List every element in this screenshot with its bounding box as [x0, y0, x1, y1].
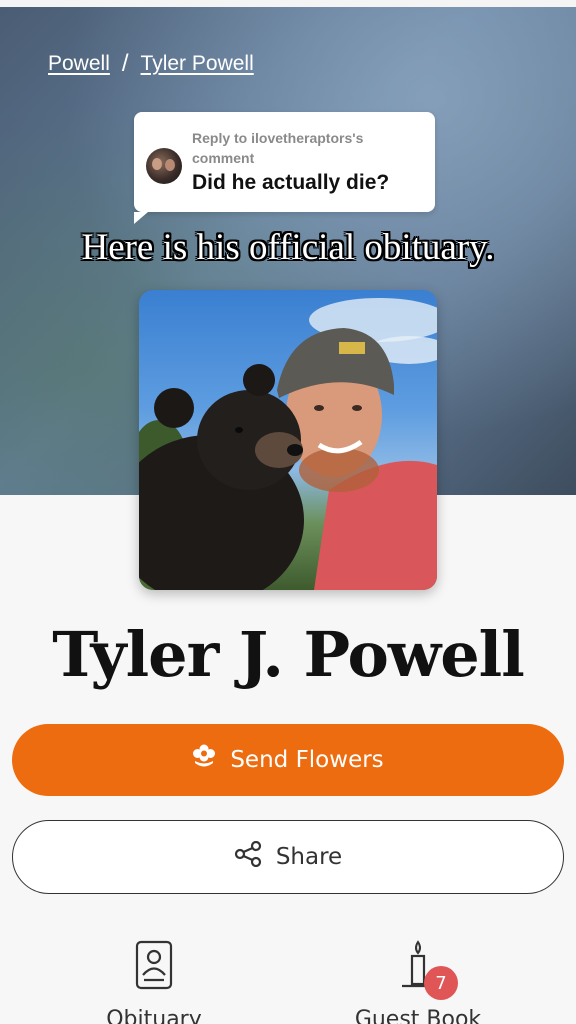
obituary-icon: [135, 940, 173, 994]
send-flowers-label: Send Flowers: [230, 747, 384, 773]
breadcrumb-separator: /: [121, 50, 129, 77]
commenter-avatar: [146, 148, 182, 184]
reply-comment-card: Reply to ilovetheraptors's comment Did h…: [134, 112, 435, 224]
reply-text: Did he actually die?: [192, 171, 390, 194]
profile-photo-illustration: [139, 298, 437, 590]
video-caption: Here is his official obituary.: [81, 227, 495, 268]
person-name: Tyler J. Powell: [52, 618, 525, 691]
flower-icon: [192, 744, 216, 776]
reply-meta: Reply to ilovetheraptors's comment: [192, 130, 364, 166]
share-button[interactable]: Share: [12, 820, 564, 894]
top-bar: [0, 0, 576, 7]
guest-book-count-badge: 7: [424, 966, 458, 1000]
share-label: Share: [275, 844, 343, 870]
tab-guest-book[interactable]: 7 Guest Book: [340, 940, 496, 1024]
breadcrumb-link-person[interactable]: Tyler Powell: [141, 52, 254, 76]
breadcrumb: Powell / Tyler Powell: [48, 50, 254, 78]
send-flowers-button[interactable]: Send Flowers: [12, 724, 564, 796]
profile-photo: [139, 290, 437, 590]
breadcrumb-link-family[interactable]: Powell: [48, 52, 110, 76]
tab-obituary-label: Obituary: [106, 1007, 202, 1024]
tab-obituary[interactable]: Obituary: [96, 940, 212, 1024]
share-icon: [234, 840, 262, 873]
tab-guest-book-label: Guest Book: [354, 1007, 482, 1024]
